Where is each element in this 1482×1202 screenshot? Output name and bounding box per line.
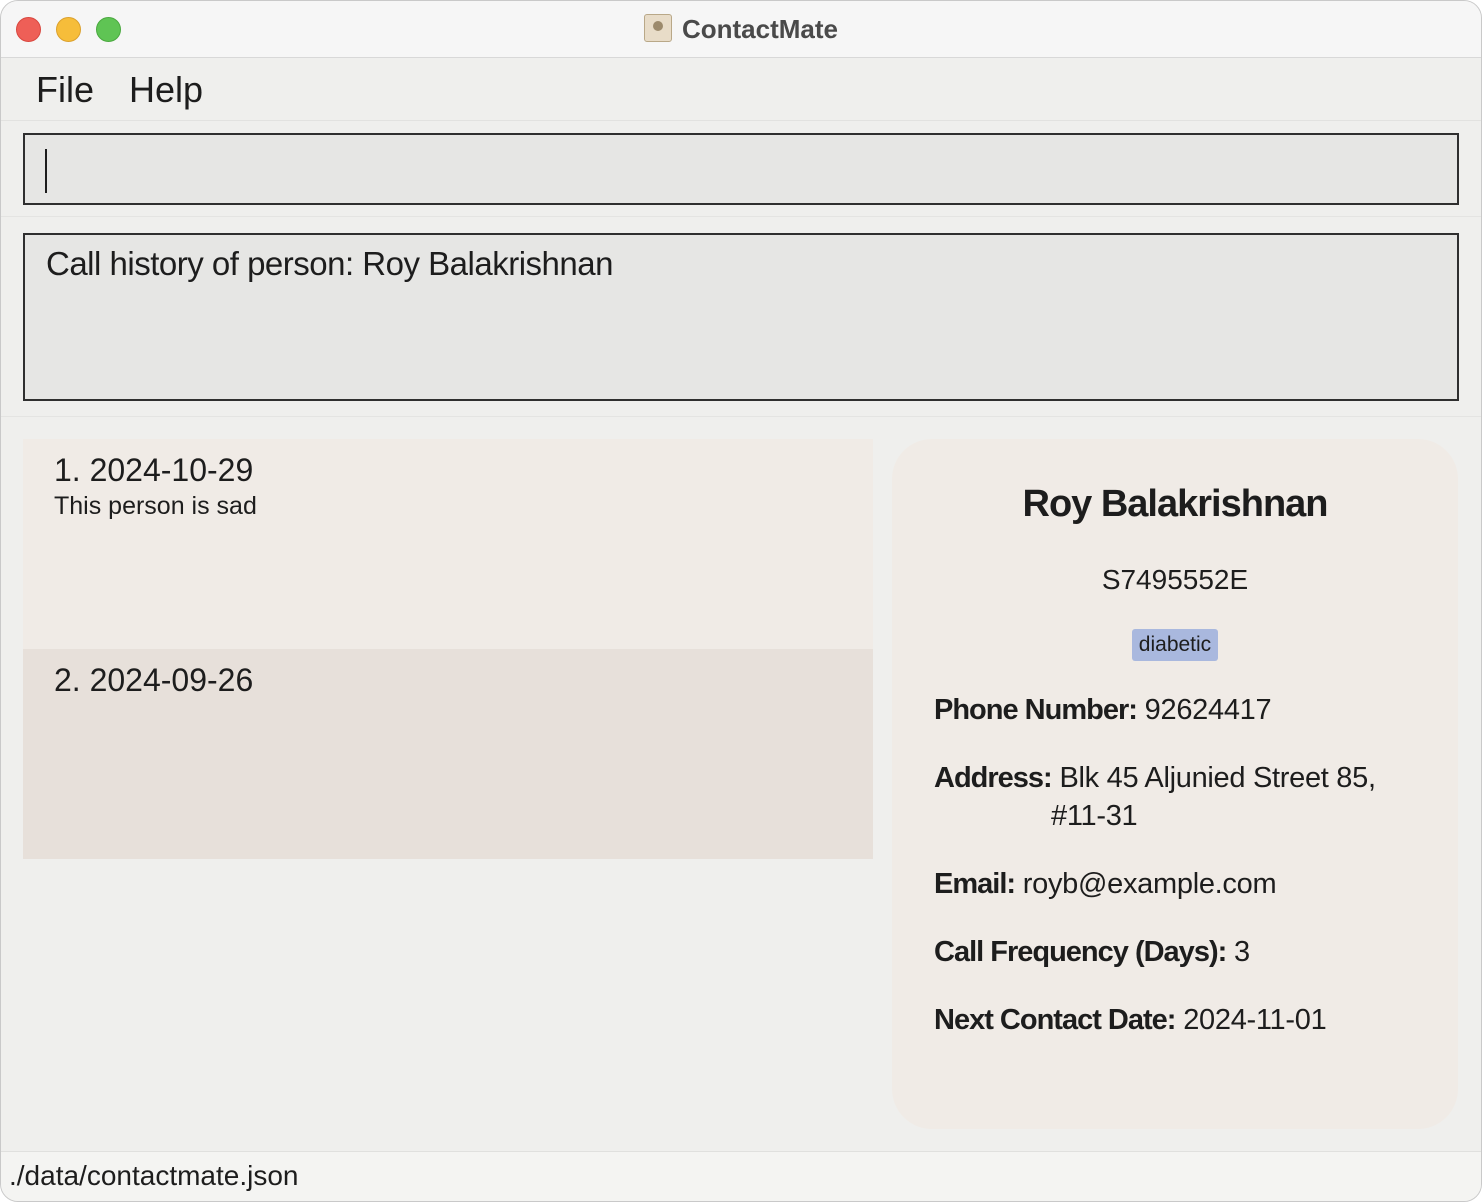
window-title: ContactMate xyxy=(1,13,1481,45)
person-nric: S7495552E xyxy=(1101,564,1249,595)
data-file-path: ./data/contactmate.json xyxy=(9,1160,299,1191)
phone-field: Phone Number: 92624417 xyxy=(934,691,1272,729)
command-box-panel xyxy=(1,123,1481,217)
tag-badge: diabetic xyxy=(1131,629,1219,661)
person-name: Roy Balakrishnan xyxy=(1022,483,1329,525)
next-contact-value: 2024-11-01 xyxy=(1183,1004,1327,1036)
title-bar[interactable]: ContactMate xyxy=(1,1,1481,58)
next-contact-field: Next Contact Date: 2024-11-01 xyxy=(934,1001,1327,1039)
call-history-date: 2. 2024-09-26 xyxy=(54,662,254,698)
address-line-1: Blk 45 Aljunied Street 85, xyxy=(1059,762,1376,794)
address-line-2: #11-31 xyxy=(1051,800,1138,832)
call-history-note: This person is sad xyxy=(54,492,257,520)
result-display-panel: Call history of person: Roy Balakrishnan xyxy=(1,219,1481,417)
address-label: Address: xyxy=(934,762,1053,794)
app-window: ContactMate File Help Call history of pe… xyxy=(0,0,1482,1202)
email-value: royb@example.com xyxy=(1022,868,1277,900)
address-book-icon xyxy=(643,14,672,43)
call-frequency-field: Call Frequency (Days): 3 xyxy=(934,933,1250,971)
call-history-date: 1. 2024-10-29 xyxy=(54,452,254,488)
person-detail-card: Roy Balakrishnan S7495552E diabetic Phon… xyxy=(892,439,1458,1129)
window-title-text: ContactMate xyxy=(681,14,838,44)
menu-help[interactable]: Help xyxy=(129,69,203,111)
address-field: Address: Blk 45 Aljunied Street 85, #11-… xyxy=(934,759,1376,835)
result-message: Call history of person: Roy Balakrishnan xyxy=(46,245,613,282)
email-field: Email: royb@example.com xyxy=(934,865,1277,903)
call-history-item[interactable]: 1. 2024-10-29 This person is sad xyxy=(23,439,873,649)
phone-value: 92624417 xyxy=(1144,694,1272,726)
command-input[interactable] xyxy=(23,133,1459,205)
tag-row: diabetic xyxy=(892,629,1458,661)
call-history-item[interactable]: 2. 2024-09-26 xyxy=(23,649,873,859)
menu-file[interactable]: File xyxy=(36,69,94,111)
call-frequency-label: Call Frequency (Days): xyxy=(934,936,1227,968)
next-contact-label: Next Contact Date: xyxy=(934,1004,1176,1036)
call-frequency-value: 3 xyxy=(1234,936,1250,968)
phone-label: Phone Number: xyxy=(934,694,1138,726)
result-display[interactable]: Call history of person: Roy Balakrishnan xyxy=(23,233,1459,401)
call-history-list[interactable]: 1. 2024-10-29 This person is sad 2. 2024… xyxy=(23,439,873,859)
status-bar: ./data/contactmate.json xyxy=(1,1151,1481,1201)
text-caret xyxy=(45,149,47,193)
menu-bar: File Help xyxy=(1,59,1481,121)
email-label: Email: xyxy=(934,868,1016,900)
